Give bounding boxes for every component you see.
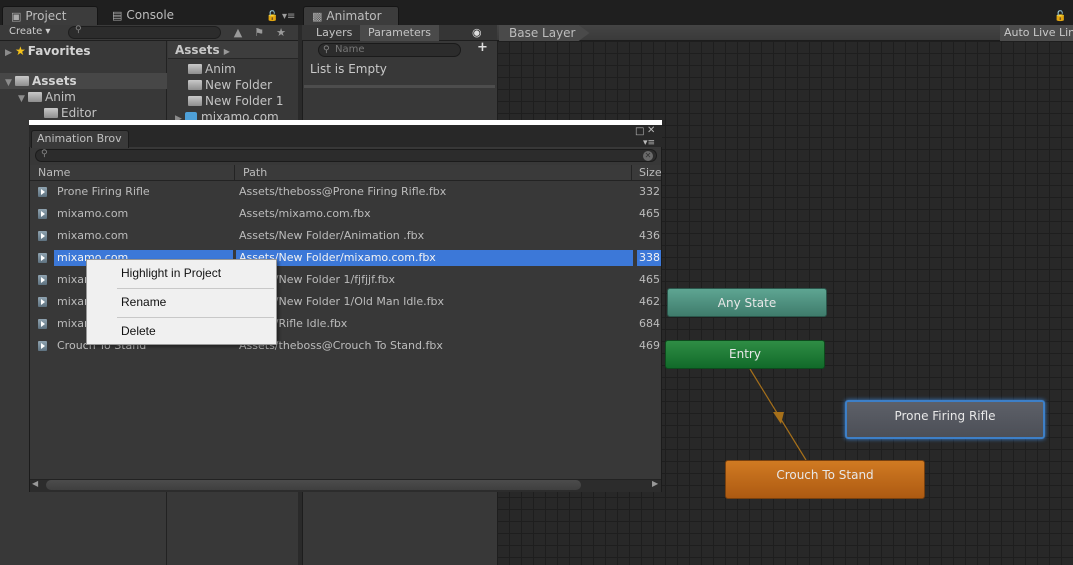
window-menu-icon[interactable]: ▾≡: [643, 138, 655, 148]
menu-separator: [117, 288, 274, 289]
cell-name[interactable]: mixamo.com: [54, 206, 233, 222]
animation-clip-icon: [38, 231, 47, 241]
column-header-size[interactable]: Size: [632, 165, 662, 181]
cell-name[interactable]: mixamo.com: [54, 228, 233, 244]
cell-size[interactable]: 338: [637, 250, 661, 266]
cell-path[interactable]: Assets/theboss@Crouch To Stand.fbx: [236, 338, 633, 354]
cell-path[interactable]: Assets/Rifle Idle.fbx: [236, 316, 633, 332]
state-entry[interactable]: Entry: [665, 340, 825, 369]
state-prone-firing-rifle[interactable]: Prone Firing Rifle: [845, 400, 1045, 439]
animation-clip-icon: [38, 319, 47, 329]
animation-clip-icon: [38, 297, 47, 307]
animation-clip-icon: [38, 187, 47, 197]
cell-path[interactable]: Assets/New Folder 1/fjfjjf.fbx: [236, 272, 633, 288]
cell-size[interactable]: 684: [637, 316, 661, 332]
animation-clip-icon: [38, 275, 47, 285]
cell-size[interactable]: 4657: [637, 272, 661, 288]
clear-search-icon[interactable]: ✕: [643, 151, 653, 161]
cell-size[interactable]: 465: [637, 206, 661, 222]
scroll-left-icon[interactable]: ◀: [32, 479, 38, 488]
cell-path[interactable]: Assets/theboss@Prone Firing Rifle.fbx: [236, 184, 633, 200]
cell-path[interactable]: Assets/mixamo.com.fbx: [236, 206, 633, 222]
animation-search-input[interactable]: ⚲ ✕: [35, 149, 657, 162]
tab-animation-browser[interactable]: Animation Brov: [31, 130, 129, 148]
cell-path[interactable]: Assets/New Folder/mixamo.com.fbx: [236, 250, 633, 266]
animation-clip-icon: [38, 209, 47, 219]
cell-size[interactable]: 469: [637, 338, 661, 354]
menu-separator: [117, 317, 274, 318]
scroll-right-icon[interactable]: ▶: [652, 479, 658, 488]
cell-size[interactable]: 332: [637, 184, 661, 200]
cell-path[interactable]: Assets/New Folder/Animation .fbx: [236, 228, 633, 244]
cell-name[interactable]: Prone Firing Rifle: [54, 184, 233, 200]
state-any-state[interactable]: Any State: [667, 288, 827, 317]
close-icon[interactable]: ✕: [647, 125, 655, 136]
cell-path[interactable]: Assets/New Folder 1/Old Man Idle.fbx: [236, 294, 633, 310]
state-crouch-to-stand[interactable]: Crouch To Stand: [725, 460, 925, 499]
search-icon: ⚲: [41, 149, 48, 159]
column-header-path[interactable]: Path: [235, 165, 632, 181]
menu-item-delete[interactable]: Delete: [121, 324, 156, 338]
menu-item-highlight-in-project[interactable]: Highlight in Project: [121, 266, 221, 280]
animation-clip-icon: [38, 341, 47, 351]
context-menu: Highlight in Project Rename Delete: [86, 259, 277, 345]
column-header-name[interactable]: Name: [30, 165, 235, 181]
cell-size[interactable]: 4625: [637, 294, 661, 310]
maximize-icon[interactable]: □: [635, 126, 644, 137]
menu-item-rename[interactable]: Rename: [121, 295, 166, 309]
cell-size[interactable]: 436: [637, 228, 661, 244]
scrollbar-thumb[interactable]: [46, 480, 581, 490]
animation-clip-icon: [38, 253, 47, 263]
